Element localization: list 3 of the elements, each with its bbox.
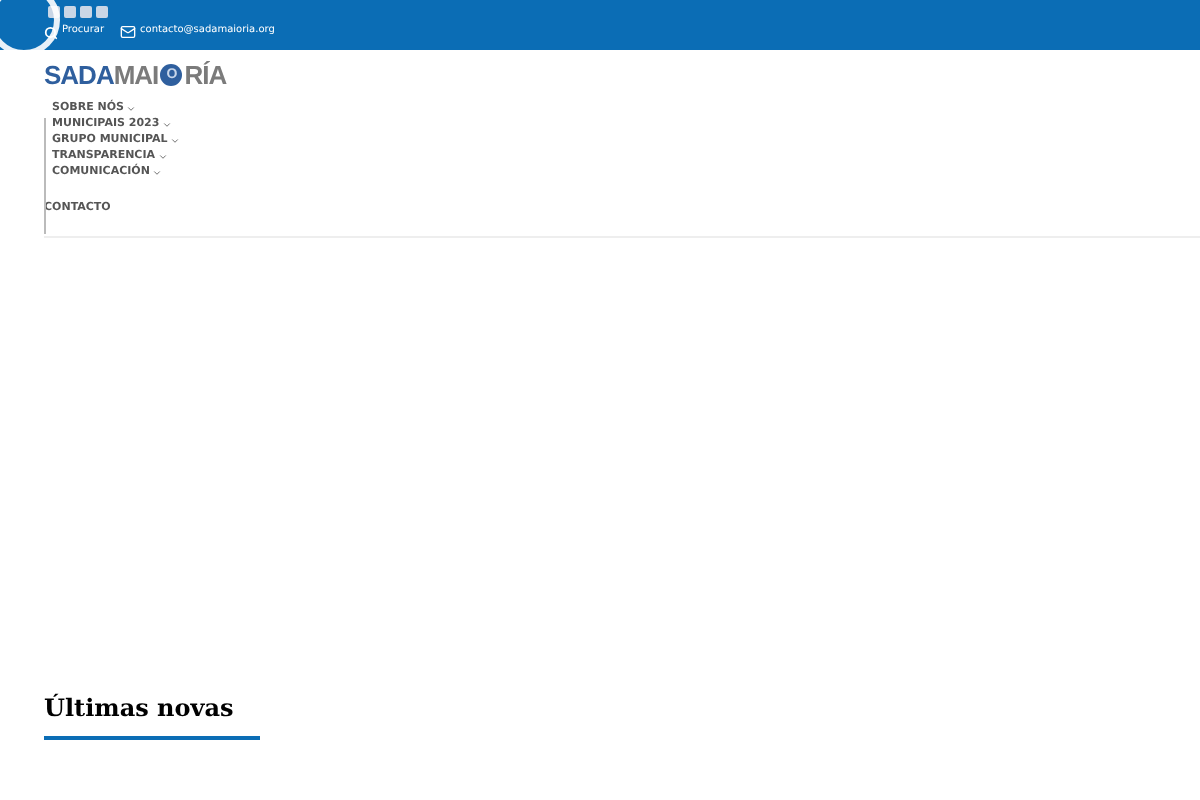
- search-icon: [44, 25, 58, 39]
- mail-icon: [120, 24, 137, 40]
- section-title: Últimas novas: [44, 691, 236, 726]
